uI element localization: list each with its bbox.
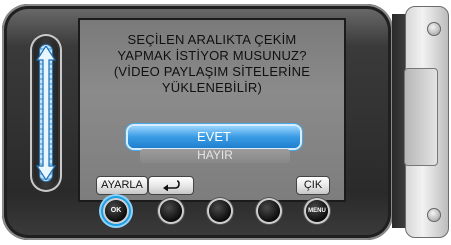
operation-button-3[interactable]	[209, 200, 231, 222]
lcd-screen: SEÇİLEN ARALIKTA ÇEKİM YAPMAK İSTİYOR MU…	[78, 18, 346, 202]
quit-button[interactable]: ÇIK	[296, 176, 330, 195]
return-arrow-icon	[163, 180, 180, 192]
confirmation-message: SEÇİLEN ARALIKTA ÇEKİM YAPMAK İSTİYOR MU…	[113, 32, 311, 95]
yes-button[interactable]: EVET	[128, 126, 300, 148]
slider-touch-sensor[interactable]	[30, 34, 62, 192]
no-button[interactable]: HAYIR	[140, 149, 290, 163]
menu-button[interactable]: MENU	[306, 200, 328, 222]
screw-icon	[427, 208, 441, 222]
set-button[interactable]: AYARLA	[96, 176, 148, 195]
operation-button-2[interactable]	[160, 200, 182, 222]
ok-button[interactable]: OK	[105, 200, 127, 222]
screw-icon	[427, 22, 441, 36]
back-button[interactable]	[148, 176, 194, 195]
up-down-arrow-icon	[36, 46, 56, 180]
hinge-slot	[404, 68, 438, 166]
operation-button-4[interactable]	[258, 200, 280, 222]
